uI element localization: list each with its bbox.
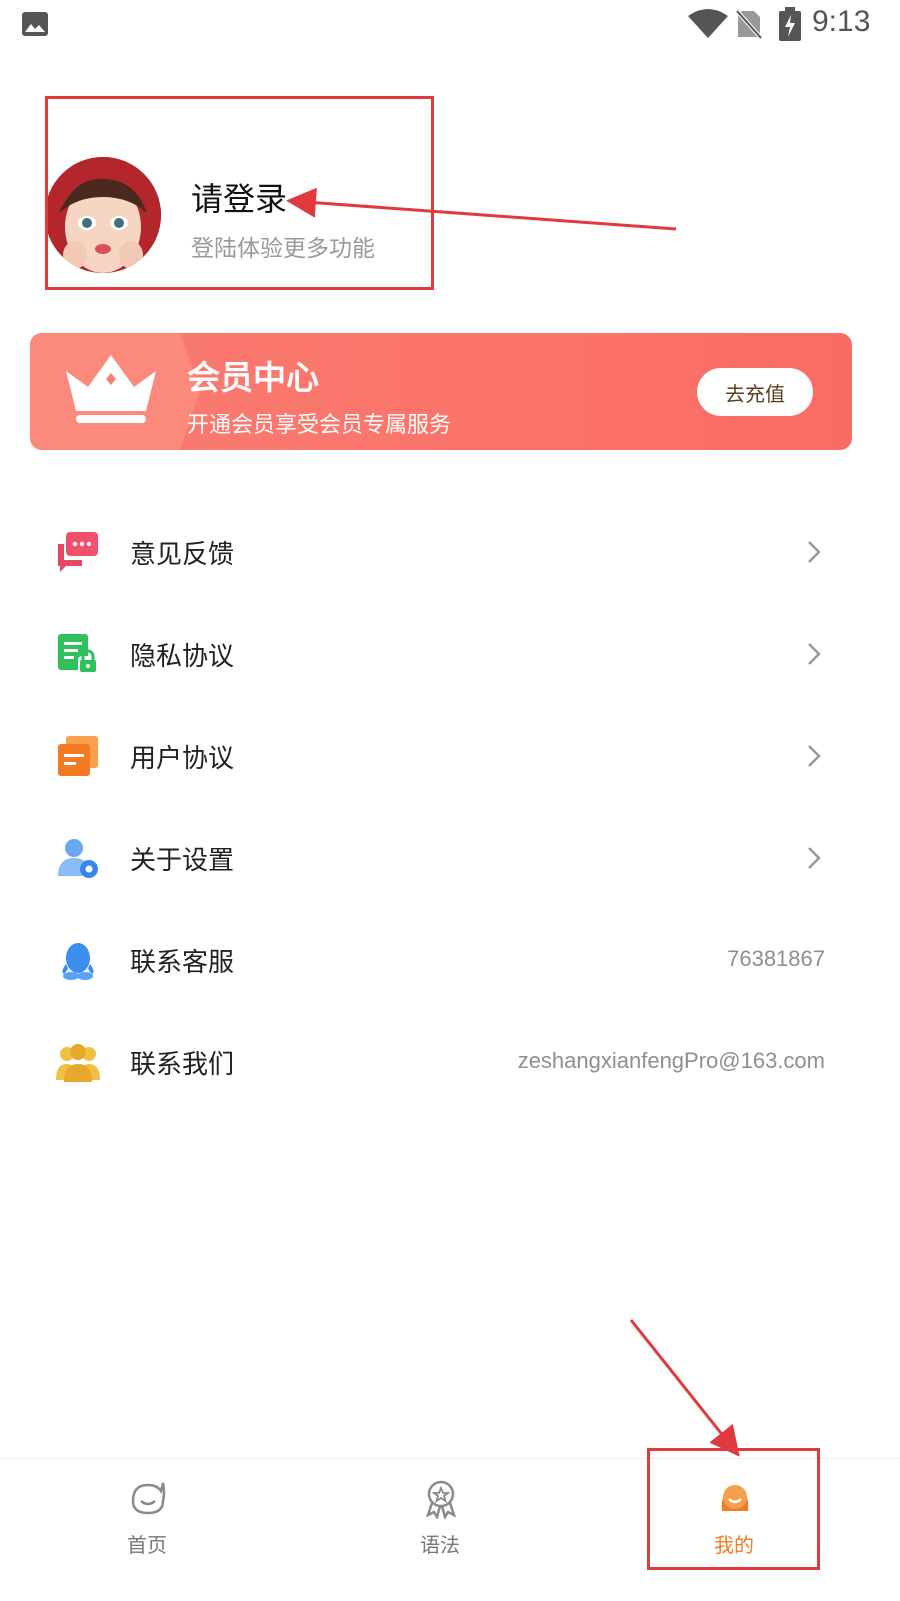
menu-item-settings[interactable]: 关于设置 (0, 806, 900, 908)
menu-item-label: 隐私协议 (130, 642, 235, 672)
menu-item-customer-service[interactable]: 联系客服 76381867 (0, 908, 900, 1010)
profile-header[interactable]: 请登录 登陆体验更多功能 (45, 96, 431, 286)
settings-icon (56, 836, 100, 880)
login-subtitle: 登陆体验更多功能 (191, 236, 375, 262)
recharge-button[interactable]: 去充值 (697, 368, 813, 416)
image-notification-icon (22, 12, 48, 40)
user-agreement-icon (56, 734, 100, 778)
avatar[interactable] (45, 157, 161, 273)
menu-item-label: 联系我们 (130, 1050, 235, 1080)
menu-item-feedback[interactable]: 意见反馈 (0, 500, 900, 602)
tab-home[interactable]: 首页 (47, 1459, 247, 1569)
feedback-icon (56, 530, 100, 574)
customer-service-number: 76381867 (727, 946, 825, 971)
home-icon (129, 1479, 167, 1521)
vip-title: 会员中心 (187, 358, 319, 397)
chevron-right-icon (806, 846, 822, 874)
wifi-icon (688, 8, 728, 42)
menu-item-contact-us[interactable]: 联系我们 zeshangxianfengPro@163.com (0, 1010, 900, 1112)
menu-item-label: 联系客服 (130, 948, 235, 978)
grammar-icon (422, 1479, 460, 1523)
menu-item-privacy[interactable]: 隐私协议 (0, 602, 900, 704)
vip-description: 开通会员享受会员专属服务 (187, 413, 452, 438)
menu-item-label: 关于设置 (130, 846, 235, 876)
contact-group-icon (56, 1040, 100, 1084)
no-sim-icon (735, 9, 763, 43)
annotation-arrow-tab (629, 1319, 740, 1457)
menu-item-user-agreement[interactable]: 用户协议 (0, 704, 900, 806)
qq-icon (56, 938, 100, 982)
chevron-right-icon (806, 540, 822, 568)
login-title[interactable]: 请登录 (191, 174, 287, 220)
tab-label: 首页 (127, 1533, 167, 1557)
menu-item-label: 意见反馈 (130, 540, 235, 570)
bottom-tab-bar: 首页 语法 我的 (0, 1458, 900, 1601)
contact-email: zeshangxianfengPro@163.com (517, 1048, 825, 1073)
privacy-icon (56, 632, 100, 676)
tab-mine[interactable]: 我的 (634, 1459, 834, 1569)
menu-item-label: 用户协议 (130, 744, 235, 774)
battery-charging-icon (779, 7, 801, 45)
profile-icon (716, 1479, 754, 1521)
status-bar: 9:13 (0, 0, 900, 50)
tab-label: 语法 (420, 1533, 460, 1557)
tab-label: 我的 (714, 1533, 754, 1557)
chevron-right-icon (806, 744, 822, 772)
chevron-right-icon (806, 642, 822, 670)
crown-icon (62, 353, 160, 429)
tab-grammar[interactable]: 语法 (340, 1459, 540, 1569)
vip-center-banner[interactable]: 会员中心 开通会员享受会员专属服务 去充值 (30, 333, 852, 450)
status-time: 9:13 (812, 5, 871, 38)
